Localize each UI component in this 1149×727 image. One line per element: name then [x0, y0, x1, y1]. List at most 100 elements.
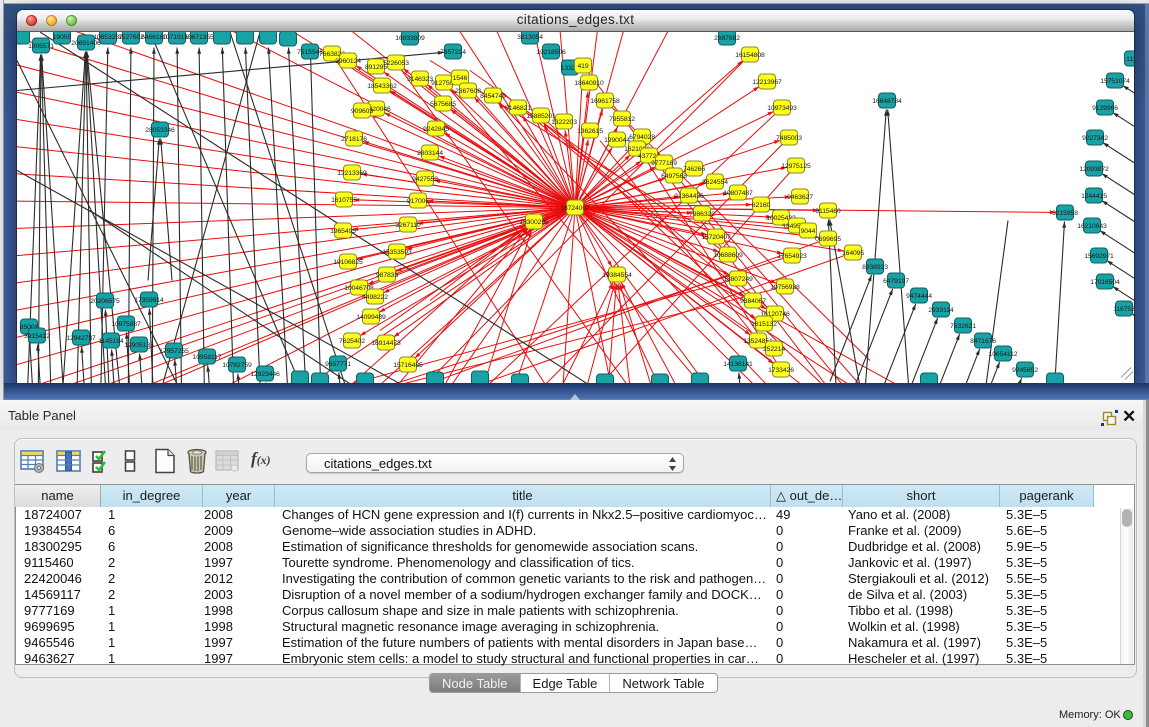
svg-text:10671355: 10671355 [184, 34, 214, 41]
svg-text:3915412: 3915412 [24, 333, 50, 340]
svg-text:17654923: 17654923 [777, 253, 807, 260]
svg-text:10958117: 10958117 [193, 354, 222, 361]
svg-text:8454749: 8454749 [480, 93, 506, 100]
svg-text:5226053: 5226053 [383, 60, 409, 67]
svg-text:12942737: 12942737 [66, 335, 96, 342]
svg-text:7625402: 7625402 [339, 338, 365, 345]
svg-text:9427552: 9427552 [412, 176, 438, 183]
svg-text:419: 419 [577, 63, 588, 70]
svg-text:1610755: 1610755 [331, 197, 357, 204]
svg-text:9474444: 9474444 [906, 293, 932, 300]
svg-text:19218506: 19218506 [536, 49, 566, 56]
svg-text:10782759: 10782759 [222, 362, 252, 369]
svg-text:2718176: 2718176 [341, 136, 367, 143]
svg-text:17359914: 17359914 [134, 297, 164, 304]
svg-text:9463627: 9463627 [787, 194, 813, 201]
svg-text:15716485: 15716485 [393, 362, 423, 369]
svg-text:19106825: 19106825 [333, 259, 363, 266]
svg-text:6497568: 6497568 [661, 173, 687, 180]
svg-text:116753: 116753 [1113, 306, 1134, 313]
svg-text:2803144: 2803144 [417, 150, 443, 157]
svg-text:1905571: 1905571 [28, 43, 54, 50]
svg-text:9129966: 9129966 [1092, 105, 1118, 112]
svg-text:28053346: 28053346 [145, 127, 175, 134]
svg-text:1145194: 1145194 [98, 338, 124, 345]
svg-text:1615132: 1615132 [751, 321, 777, 328]
svg-text:1733426: 1733426 [768, 367, 794, 374]
svg-text:9384067: 9384067 [740, 298, 766, 305]
svg-text:20206575: 20206575 [90, 298, 120, 305]
svg-text:10973493: 10973493 [767, 105, 797, 112]
svg-text:10654112: 10654112 [989, 351, 1018, 358]
svg-text:3960124: 3960124 [335, 58, 361, 65]
svg-text:20691406: 20691406 [71, 40, 101, 47]
svg-text:19756928: 19756928 [770, 284, 800, 291]
svg-text:909603: 909603 [351, 108, 373, 115]
svg-text:16033809: 16033809 [395, 35, 425, 42]
svg-text:3813054: 3813054 [517, 34, 543, 41]
svg-text:9657771: 9657771 [325, 361, 351, 368]
svg-text:917006: 917006 [407, 198, 429, 205]
svg-text:1546: 1546 [453, 75, 468, 82]
svg-text:12923446: 12923446 [250, 371, 280, 378]
svg-text:746266: 746266 [683, 166, 705, 173]
svg-text:1112: 1112 [1126, 56, 1134, 63]
svg-text:12975125: 12975125 [781, 163, 811, 170]
svg-text:15353593: 15353593 [382, 249, 412, 256]
svg-text:1322203: 1322203 [551, 119, 577, 126]
svg-text:15720407: 15720407 [701, 234, 731, 241]
svg-text:3146323: 3146323 [407, 76, 433, 83]
svg-text:164095: 164095 [842, 250, 864, 257]
svg-text:1990044: 1990044 [604, 137, 630, 144]
svg-text:18807249: 18807249 [723, 276, 753, 283]
svg-text:4498222: 4498222 [362, 294, 388, 301]
svg-text:14099489: 14099489 [356, 314, 386, 321]
svg-text:12905135: 12905135 [124, 342, 154, 349]
svg-text:3267110: 3267110 [395, 222, 421, 229]
svg-text:16648784: 16648784 [872, 98, 902, 105]
svg-text:1362615: 1362615 [577, 128, 603, 135]
svg-text:16961758: 16961758 [590, 98, 620, 105]
svg-text:18300295: 18300295 [519, 219, 549, 226]
svg-text:18543362: 18543362 [367, 83, 397, 90]
svg-text:6479197: 6479197 [883, 278, 909, 285]
svg-text:2933114: 2933114 [928, 307, 954, 314]
svg-text:18724007: 18724007 [560, 205, 590, 212]
svg-text:10688609: 10688609 [713, 252, 743, 259]
svg-text:10975887: 10975887 [111, 321, 141, 328]
svg-text:9044: 9044 [801, 228, 816, 235]
svg-text:14136141: 14136141 [723, 361, 753, 368]
svg-text:17016504: 17016504 [1090, 279, 1120, 286]
svg-text:12213369: 12213369 [337, 170, 367, 177]
svg-text:9115460: 9115460 [815, 208, 841, 215]
svg-text:1965495: 1965495 [330, 228, 356, 235]
svg-text:8471676: 8471676 [970, 338, 996, 345]
svg-text:2367608: 2367608 [455, 88, 481, 95]
svg-text:7986322: 7986322 [689, 211, 715, 218]
svg-text:19384554: 19384554 [602, 272, 632, 279]
svg-text:62160: 62160 [752, 202, 771, 209]
svg-text:9146821: 9146821 [505, 105, 531, 112]
svg-text:9245652: 9245652 [1012, 367, 1038, 374]
svg-text:2687682: 2687682 [714, 35, 740, 42]
svg-text:18640910: 18640910 [574, 80, 604, 87]
svg-text:0699695: 0699695 [815, 236, 841, 243]
svg-text:10807487: 10807487 [723, 190, 753, 197]
svg-text:12093872: 12093872 [1079, 166, 1109, 173]
svg-text:1244415: 1244415 [1081, 193, 1107, 200]
svg-text:19055: 19055 [53, 34, 72, 41]
svg-text:252214: 252214 [763, 346, 785, 353]
svg-text:987833: 987833 [376, 272, 398, 279]
svg-text:16154808: 16154808 [735, 52, 765, 59]
svg-text:15692971: 15692971 [1084, 253, 1114, 260]
svg-text:21364436: 21364436 [674, 193, 704, 200]
svg-text:7357224: 7357224 [440, 49, 466, 56]
svg-text:9777169: 9777169 [651, 160, 677, 167]
svg-text:7485003: 7485003 [776, 135, 802, 142]
svg-text:7632621: 7632621 [950, 323, 976, 330]
svg-text:12213967: 12213967 [752, 79, 782, 86]
svg-text:15751074: 15751074 [1100, 78, 1130, 85]
svg-text:6794028: 6794028 [629, 134, 655, 141]
svg-text:3215958: 3215958 [1052, 210, 1078, 217]
svg-text:16210643: 16210643 [1077, 223, 1107, 230]
